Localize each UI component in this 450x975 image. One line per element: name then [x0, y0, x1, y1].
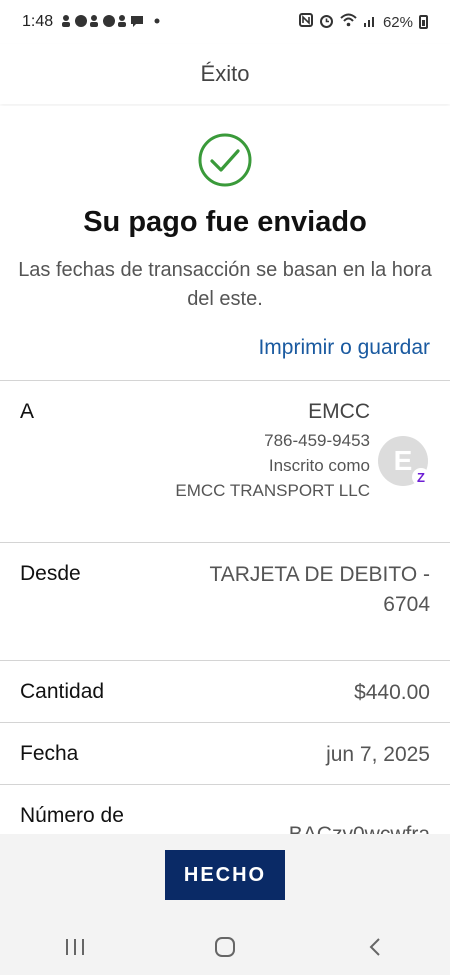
to-label: A: [20, 400, 35, 423]
avatar-initial: E: [393, 445, 413, 476]
divider: [0, 660, 450, 661]
content-area[interactable]: Su pago fue enviado Las fechas de transa…: [0, 106, 450, 834]
home-icon[interactable]: [195, 927, 255, 967]
recipient-name: EMCC: [308, 400, 370, 423]
page-title: Éxito: [200, 61, 250, 86]
date-value: jun 7, 2025: [326, 743, 430, 766]
number-label: Número de: [20, 804, 124, 827]
recipient-phone: 786-459-9453: [264, 431, 370, 450]
alarm-icon: [319, 13, 334, 32]
date-label: Fecha: [20, 742, 79, 765]
divider: [0, 542, 450, 543]
check-circle-icon: [197, 132, 253, 188]
page-header: Éxito: [0, 44, 450, 104]
from-label: Desde: [20, 562, 81, 585]
from-value: TARJETA DE DEBITO - 6704: [209, 563, 430, 616]
print-or-save-link[interactable]: Imprimir o guardar: [258, 336, 430, 360]
bottom-action-bar: HECHO: [0, 834, 450, 918]
divider: [0, 380, 450, 381]
zelle-badge-label: Z: [417, 469, 425, 485]
notification-icons: [61, 14, 165, 31]
back-icon[interactable]: [345, 927, 405, 967]
timezone-note: Las fechas de transacción se basan en la…: [18, 259, 432, 310]
done-button[interactable]: HECHO: [165, 850, 285, 900]
divider: [0, 722, 450, 723]
signal-icon: [363, 13, 377, 31]
battery-icon: [419, 15, 428, 29]
recent-apps-icon[interactable]: [45, 927, 105, 967]
enrolled-label: Inscrito como: [268, 456, 370, 475]
system-nav-bar: [0, 918, 450, 975]
enrolled-name: EMCC TRANSPORT LLC: [175, 481, 370, 500]
nfc-icon: [298, 13, 313, 31]
success-heading: Su pago fue enviado: [83, 206, 367, 238]
amount-label: Cantidad: [20, 680, 105, 703]
status-time: 1:48: [22, 13, 54, 30]
number-value: BACzv0wcwfra: [289, 820, 430, 834]
battery-text: 62%: [382, 13, 413, 31]
zelle-icon: Z: [412, 468, 430, 486]
divider: [0, 784, 450, 785]
recipient-details: 786-459-9453 Inscrito como EMCC TRANSPOR…: [170, 428, 370, 503]
status-bar: 1:48 62%: [0, 0, 450, 44]
amount-value: $440.00: [354, 681, 430, 704]
wifi-icon: [340, 13, 357, 31]
